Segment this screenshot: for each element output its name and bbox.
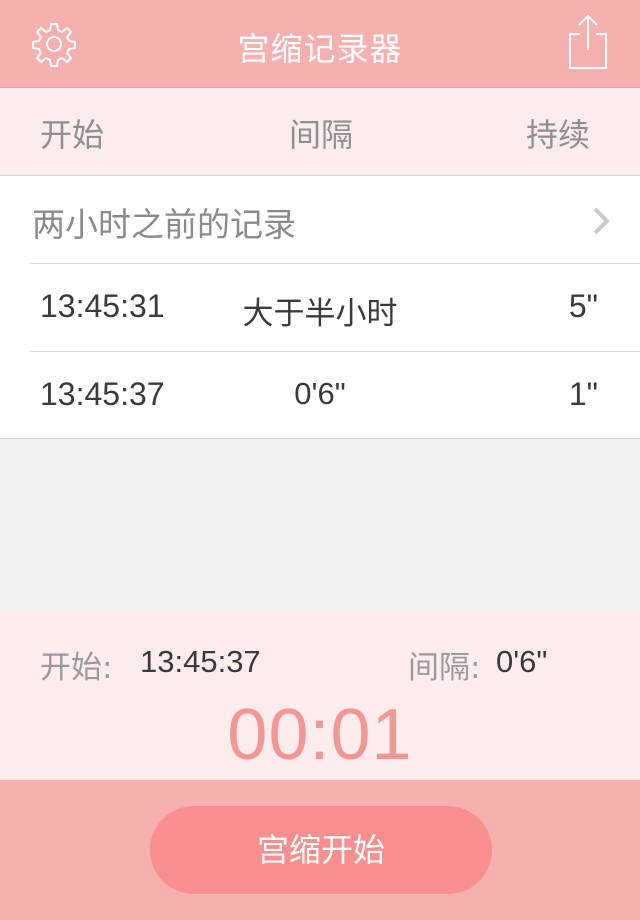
elapsed-timer: 00:01 [227,695,413,775]
records-list: 两小时之前的记录 13:45:31 大于半小时 5" 13:45:37 0'6"… [0,176,640,439]
footer-bar: 宫缩开始 [0,780,640,920]
column-start-label: 开始 [40,116,105,154]
record-interval: 大于半小时 [242,296,398,331]
contraction-start-button[interactable]: 宫缩开始 [150,806,492,894]
column-duration-label: 持续 [526,116,591,154]
older-records-label: 两小时之前的记录 [32,205,296,244]
record-duration: 5" [568,288,598,324]
record-duration: 1" [568,376,598,412]
record-row[interactable]: 13:45:31 大于半小时 5" [0,264,640,351]
older-records-row[interactable]: 两小时之前的记录 [0,176,640,264]
current-start-value: 13:45:37 [140,644,261,679]
record-interval: 0'6" [294,376,346,411]
share-icon[interactable] [562,12,614,72]
column-header: 开始 间隔 持续 [0,88,640,176]
current-interval-value: 0'6" [496,644,548,679]
page-title: 宫缩记录器 [237,30,403,68]
current-interval-label: 间隔: [408,650,481,686]
record-time: 13:45:31 [40,288,165,324]
current-start-label: 开始: [40,650,113,686]
chevron-right-icon [593,207,610,235]
current-status-panel: 开始: 13:45:37 间隔: 0'6" 00:01 [0,610,640,780]
navigation-bar: 宫缩记录器 [0,0,640,88]
column-interval-label: 间隔 [289,116,354,154]
record-time: 13:45:37 [40,376,165,412]
record-row[interactable]: 13:45:37 0'6" 1" [0,352,640,439]
